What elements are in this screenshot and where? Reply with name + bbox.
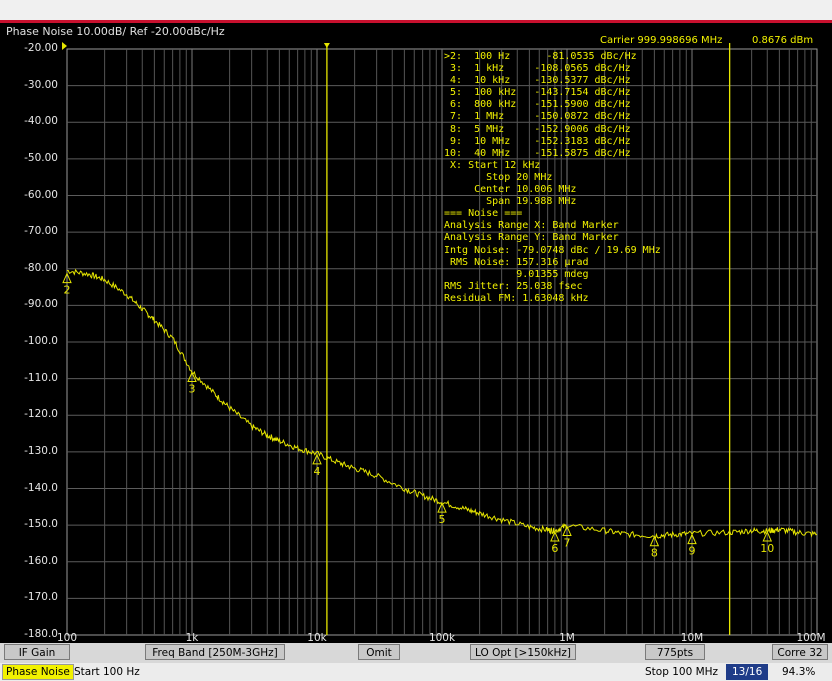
start-frequency: Start 100 Hz	[74, 666, 140, 678]
marker-table-line: Span 19.988 MHz	[444, 196, 577, 208]
band-marker-flag	[323, 43, 330, 48]
marker-3-label: 3	[189, 383, 196, 396]
marker-5-label: 5	[439, 513, 446, 526]
marker-7-label: 7	[564, 536, 571, 549]
y-tick-label: -60.00	[24, 188, 58, 201]
marker-table: >2: 100 Hz -81.0535 dBc/Hz 3: 1 kHz -108…	[444, 51, 661, 305]
marker-table-line: Stop 20 MHz	[444, 171, 553, 183]
progress-percent: 94.3%	[782, 666, 816, 678]
marker-4-label: 4	[314, 465, 321, 478]
y-tick-label: -150.0	[24, 518, 58, 531]
freq-band-button[interactable]: Freq Band [250M-3GHz]	[145, 644, 285, 660]
omit-button[interactable]: Omit	[358, 644, 400, 660]
marker-2-label: 2	[64, 284, 71, 297]
marker-table-line: RMS Noise: 157.316 µrad	[444, 256, 589, 268]
marker-table-line: Residual FM: 1.63048 kHz	[444, 292, 589, 304]
marker-table-line: 5: 100 kHz -143.7154 dBc/Hz	[444, 87, 631, 99]
marker-table-line: === Noise ===	[444, 208, 523, 220]
marker-table-line: 8: 5 MHz -152.9006 dBc/Hz	[444, 123, 631, 135]
reference-level-arrow	[62, 42, 67, 50]
marker-table-line: 9.01355 mdeg	[444, 268, 589, 280]
correlation-button[interactable]: Corre 32	[772, 644, 828, 660]
status-bar: Phase Noise Start 100 Hz Stop 100 MHz 13…	[0, 663, 832, 681]
marker-table-line: Analysis Range Y: Band Marker	[444, 232, 619, 244]
y-tick-label: -160.0	[24, 554, 58, 567]
phase-noise-chart: 2 3 4 5 6 7 8 9 10 100 1k 10k 100k 1M 10M 100M	[57, 42, 826, 643]
x-tick-label: 100k	[429, 632, 456, 643]
y-tick-label: -80.00	[24, 261, 58, 274]
carrier-power: 0.8676 dBm	[752, 35, 814, 46]
y-tick-label: -90.00	[24, 298, 58, 311]
marker-9-label: 9	[689, 545, 696, 558]
marker-10-label: 10	[760, 542, 774, 555]
stop-frequency: Stop 100 MHz	[645, 666, 719, 678]
x-tick-label: 10M	[681, 632, 703, 643]
y-tick-label: -70.00	[24, 225, 58, 238]
measurement-mode[interactable]: Phase Noise	[2, 664, 74, 680]
y-tick-label: -40.00	[24, 115, 58, 128]
marker-8-label: 8	[651, 547, 658, 560]
marker-table-line: X: Start 12 kHz	[444, 159, 541, 171]
y-tick-label: -120.0	[24, 408, 58, 421]
y-tick-label: -180.0	[24, 628, 58, 640]
y-tick-label: -100.0	[24, 335, 58, 347]
y-tick-label: -140.0	[24, 481, 58, 494]
marker-table-line: 10: 40 MHz -151.5875 dBc/Hz	[444, 147, 631, 159]
lo-opt-button[interactable]: LO Opt [>150kHz]	[470, 644, 576, 660]
x-tick-label: 10k	[307, 632, 327, 643]
points-button[interactable]: 775pts	[645, 644, 705, 660]
marker-table-line: 9: 10 MHz -152.3183 dBc/Hz	[444, 135, 631, 147]
y-tick-label: -130.0	[24, 444, 58, 457]
marker-6-label: 6	[551, 542, 558, 555]
x-tick-label: 1k	[186, 632, 200, 643]
page-indicator: 13/16	[726, 664, 769, 680]
marker-table-line: 7: 1 MHz -150.0872 dBc/Hz	[444, 111, 631, 123]
marker-table-line: 3: 1 kHz -108.0565 dBc/Hz	[444, 63, 631, 75]
y-tick-label: -30.00	[24, 78, 58, 91]
marker-table-line: Center 10.006 MHz	[444, 184, 577, 196]
marker-table-line: 6: 800 kHz -151.5900 dBc/Hz	[444, 99, 631, 111]
marker-table-line: 4: 10 kHz -130.5377 dBc/Hz	[444, 75, 631, 87]
softkey-bar: IF Gain 10dB Freq Band [250M-3GHz] Omit …	[0, 643, 832, 675]
marker-table-line: RMS Jitter: 25.038 fsec	[444, 280, 583, 292]
marker-table-line: Analysis Range X: Band Marker	[444, 220, 619, 232]
chart-title: Phase Noise 10.00dB/ Ref -20.00dBc/Hz	[6, 25, 225, 38]
y-tick-label: -170.0	[24, 591, 58, 604]
y-tick-label-ref: -20.00	[24, 42, 58, 54]
y-tick-label: -50.00	[24, 151, 58, 164]
x-tick-label: 100	[57, 632, 77, 643]
carrier-frequency: Carrier 999.998696 MHz	[600, 35, 723, 46]
if-gain-button[interactable]: IF Gain 10dB	[4, 644, 70, 675]
chart-screen: 2 3 4 5 6 7 8 9 10 100 1k 10k 100k 1M 10M 100M Phase No…	[0, 23, 832, 643]
x-tick-label: 100M	[796, 632, 825, 643]
top-bar	[0, 0, 832, 23]
x-tick-label: 1M	[559, 632, 575, 643]
y-tick-label: -110.0	[24, 371, 58, 384]
marker-table-line: Intg Noise: -79.0748 dBc / 19.69 MHz	[444, 244, 661, 256]
marker-table-line: >2: 100 Hz -81.0535 dBc/Hz	[444, 51, 637, 62]
